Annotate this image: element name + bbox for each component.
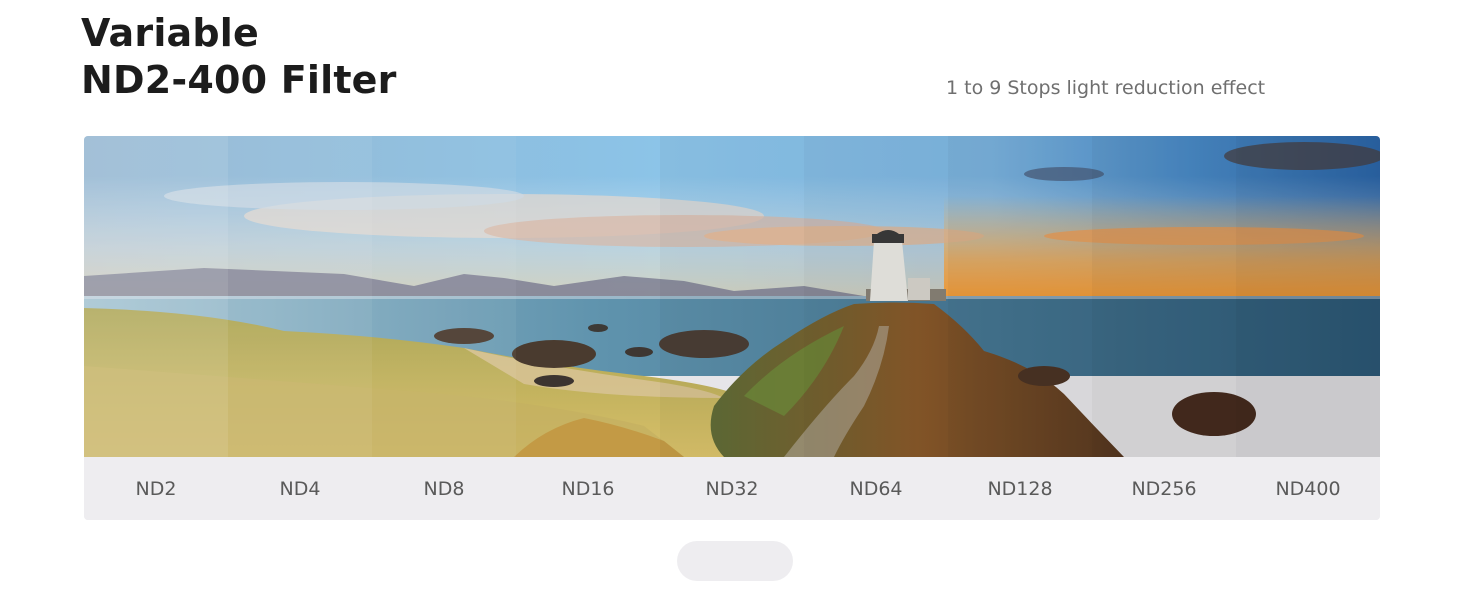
filter-labels-bar: ND2 ND4 ND8 ND16 ND32 ND64 ND128 ND256 N… — [84, 457, 1380, 520]
filter-label: ND400 — [1275, 478, 1341, 500]
filter-comparison-panel: ND2 ND4 ND8 ND16 ND32 ND64 ND128 ND256 N… — [84, 136, 1380, 520]
filter-label: ND4 — [279, 478, 321, 500]
filter-label: ND8 — [423, 478, 465, 500]
filter-label: ND64 — [849, 478, 903, 500]
filter-label: ND128 — [987, 478, 1053, 500]
title-line-2: ND2-400 Filter — [81, 58, 397, 102]
filter-label: ND2 — [135, 478, 177, 500]
filter-label: ND16 — [561, 478, 615, 500]
filter-label: ND256 — [1131, 478, 1197, 500]
slider-pill-button[interactable] — [677, 541, 793, 581]
subtitle: 1 to 9 Stops light reduction effect — [946, 77, 1266, 99]
title-line-1: Variable — [81, 11, 259, 55]
filter-label: ND32 — [705, 478, 759, 500]
page: Variable ND2-400 Filter 1 to 9 Stops lig… — [0, 0, 1464, 600]
page-title: Variable ND2-400 Filter — [81, 10, 397, 104]
landscape-photo — [84, 136, 1380, 457]
lighthouse-landscape-photo — [84, 136, 1380, 457]
